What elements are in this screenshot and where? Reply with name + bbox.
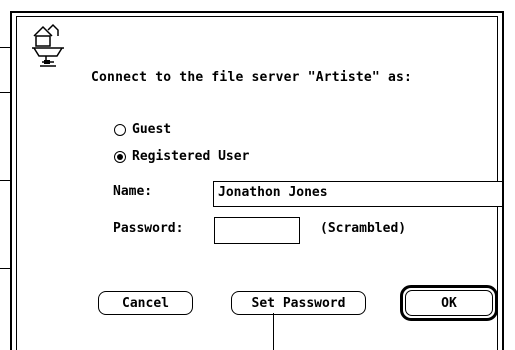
left-frame-tick [0,47,10,48]
file-server-icon [32,23,64,67]
radio-registered-user-label: Registered User [132,149,250,164]
radio-button-selected-icon[interactable] [114,150,126,163]
password-field[interactable] [214,217,300,244]
radio-button-icon[interactable] [114,123,126,136]
left-frame-tick [0,268,10,269]
set-password-button-label: Set Password [251,295,346,311]
set-password-button[interactable]: Set Password [231,291,366,315]
cancel-button-label: Cancel [122,295,169,311]
name-label: Name: [113,184,153,199]
password-label: Password: [113,221,184,236]
left-frame-tick [0,92,10,93]
radio-registered-user[interactable]: Registered User [114,149,249,164]
ok-button-label: OK [441,295,457,311]
name-field[interactable]: Jonathon Jones [213,181,503,207]
ok-button[interactable]: OK [400,285,498,321]
radio-guest-label: Guest [132,122,172,137]
ok-button-face[interactable]: OK [405,290,493,316]
name-field-value: Jonathon Jones [218,185,328,200]
left-frame-tick [0,180,10,181]
radio-guest[interactable]: Guest [114,122,171,137]
pointer-line [273,313,274,350]
cancel-button[interactable]: Cancel [98,291,193,315]
password-scrambled-note: (Scrambled) [320,221,407,236]
connect-prompt: Connect to the file server "Artiste" as: [91,70,413,85]
